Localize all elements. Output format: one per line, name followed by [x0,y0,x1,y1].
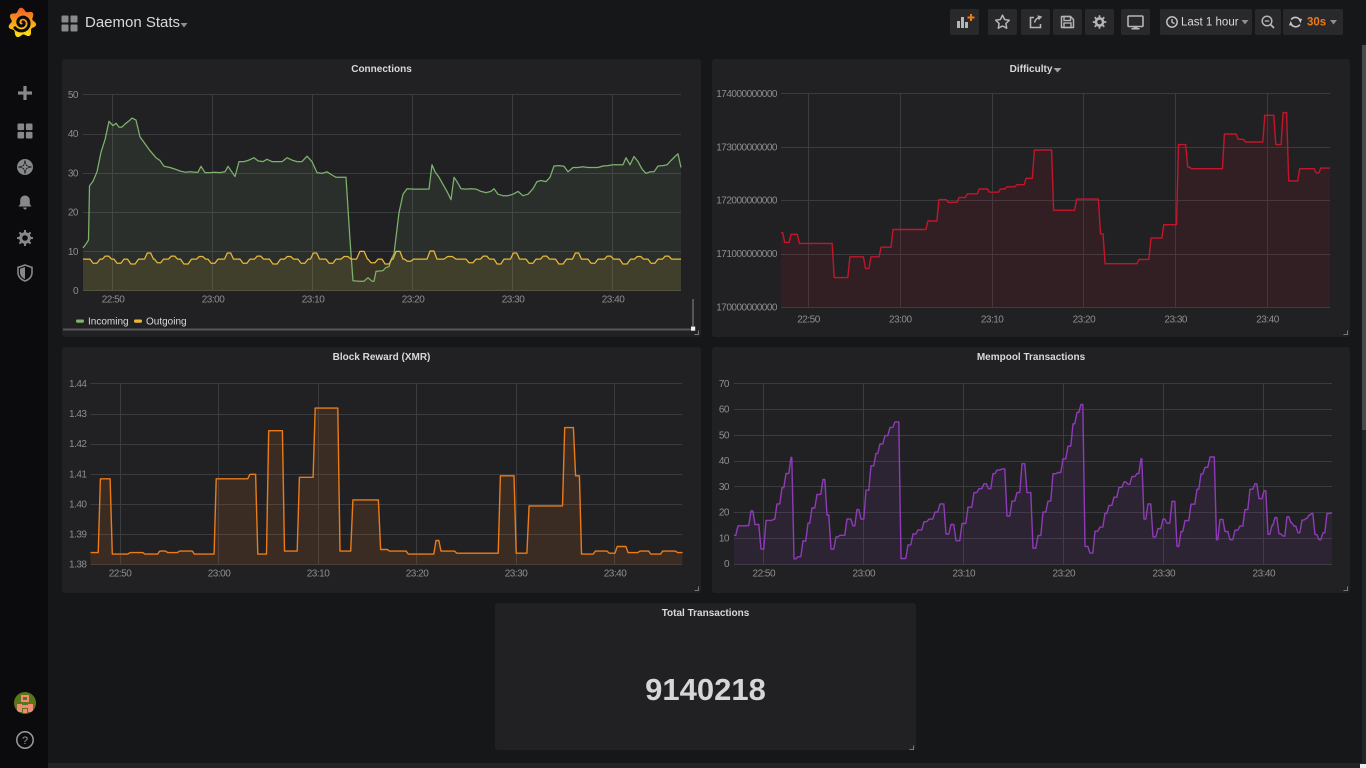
svg-text:23:00: 23:00 [202,295,225,306]
svg-text:23:30: 23:30 [1164,315,1187,326]
svg-text:30: 30 [68,168,79,179]
svg-text:23:20: 23:20 [406,569,429,580]
svg-text:23:40: 23:40 [604,569,627,580]
svg-text:70: 70 [719,379,730,390]
svg-text:1.41: 1.41 [69,469,87,480]
svg-text:1.38: 1.38 [69,560,87,571]
svg-text:22:50: 22:50 [753,569,776,580]
svg-text:23:10: 23:10 [953,569,976,580]
svg-text:1.43: 1.43 [69,409,87,420]
svg-text:173000000000: 173000000000 [716,142,778,153]
svg-text:0: 0 [724,559,730,570]
svg-text:23:20: 23:20 [402,295,425,306]
svg-text:Outgoing: Outgoing [146,317,187,328]
svg-text:50: 50 [719,430,730,441]
svg-text:23:30: 23:30 [1153,569,1176,580]
svg-text:23:10: 23:10 [302,295,325,306]
svg-text:1.44: 1.44 [69,379,87,390]
svg-text:23:20: 23:20 [1053,569,1076,580]
svg-text:174000000000: 174000000000 [716,89,778,100]
svg-text:23:00: 23:00 [889,315,912,326]
svg-text:22:50: 22:50 [797,315,820,326]
svg-text:23:20: 23:20 [1073,315,1096,326]
svg-text:172000000000: 172000000000 [716,196,778,207]
svg-text:10: 10 [68,247,79,258]
svg-text:22:50: 22:50 [109,569,132,580]
svg-text:23:30: 23:30 [502,295,525,306]
svg-text:30s: 30s [1307,17,1326,29]
svg-text:0: 0 [73,286,79,297]
svg-text:50: 50 [68,90,79,101]
svg-text:23:00: 23:00 [853,569,876,580]
svg-text:170000000000: 170000000000 [716,303,778,314]
svg-text:1.39: 1.39 [69,530,87,541]
svg-text:20: 20 [68,208,79,219]
svg-text:23:40: 23:40 [1253,569,1276,580]
svg-text:22:50: 22:50 [102,295,125,306]
svg-text:20: 20 [719,508,730,519]
svg-text:30: 30 [719,482,730,493]
svg-text:23:30: 23:30 [505,569,528,580]
svg-text:23:40: 23:40 [602,295,625,306]
svg-text:?: ? [22,735,28,747]
svg-text:10: 10 [719,533,730,544]
svg-text:23:40: 23:40 [1256,315,1279,326]
svg-text:1.40: 1.40 [69,499,87,510]
svg-text:171000000000: 171000000000 [716,249,778,260]
svg-text:40: 40 [68,129,79,140]
svg-text:1.42: 1.42 [69,439,87,450]
svg-text:23:00: 23:00 [208,569,231,580]
svg-text:23:10: 23:10 [981,315,1004,326]
svg-text:Incoming: Incoming [88,317,129,328]
svg-text:60: 60 [719,405,730,416]
svg-text:40: 40 [719,456,730,467]
svg-text:Last 1 hour: Last 1 hour [1181,17,1239,29]
svg-text:23:10: 23:10 [307,569,330,580]
